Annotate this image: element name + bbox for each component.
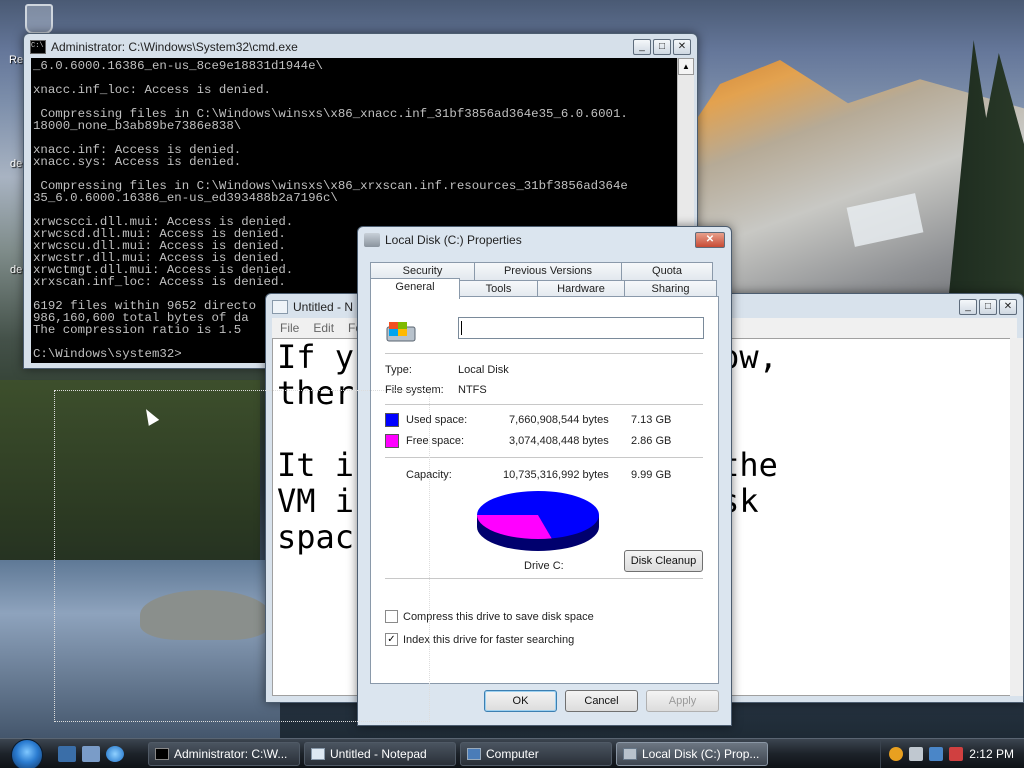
compress-label[interactable]: Compress this drive to save disk space — [403, 611, 594, 623]
cancel-button[interactable]: Cancel — [565, 690, 638, 712]
file-system-label: File system: — [385, 384, 444, 396]
computer-icon — [467, 747, 481, 760]
type-value: Local Disk — [458, 364, 509, 376]
capacity-bytes: 10,735,316,992 bytes — [503, 469, 609, 481]
used-space-gb: 7.13 GB — [631, 414, 672, 426]
taskbar-item-label: Local Disk (C:) Prop... — [642, 746, 760, 761]
close-button[interactable]: ✕ — [999, 299, 1017, 315]
minimize-button[interactable]: _ — [633, 39, 651, 55]
system-tray: 2:12 PM — [880, 738, 1024, 768]
properties-dialog[interactable]: Local Disk (C:) Properties ✕ Security Pr… — [357, 226, 732, 726]
taskbar-item-cmd[interactable]: Administrator: C:\W... — [148, 741, 300, 766]
menu-edit[interactable]: Edit — [313, 321, 334, 335]
used-space-swatch — [385, 413, 399, 427]
show-desktop-icon[interactable] — [58, 745, 76, 762]
cmd-titlebar[interactable]: C:\ Administrator: C:\Windows\System32\c… — [24, 34, 697, 60]
cmd-icon — [155, 747, 169, 760]
console-line: 35_6.0.6000.16386_en-us_ed393488b2a7196c… — [33, 191, 338, 205]
internet-explorer-icon[interactable] — [106, 745, 124, 762]
capacity-gb: 9.99 GB — [631, 469, 672, 481]
taskbar-item-computer[interactable]: Computer — [460, 741, 612, 766]
index-checkbox[interactable]: ✓ — [385, 633, 398, 646]
taskbar-item-label: Administrator: C:\W... — [174, 746, 288, 761]
taskbar-item-label: Computer — [486, 746, 539, 761]
menu-file[interactable]: File — [280, 321, 299, 335]
notepad-scrollbar[interactable] — [1010, 338, 1023, 696]
tab-quota[interactable]: Quota — [621, 262, 713, 280]
desktop-icon-label[interactable]: de — [10, 264, 22, 276]
cmd-icon: C:\ — [30, 40, 46, 54]
clock[interactable]: 2:12 PM — [969, 747, 1014, 761]
free-space-gb: 2.86 GB — [631, 435, 672, 447]
used-space-bytes: 7,660,908,544 bytes — [509, 414, 609, 426]
console-line: 18000_none_b3ab89be7386e838\ — [33, 119, 242, 133]
security-shield-icon[interactable] — [889, 746, 904, 761]
taskbar: Administrator: C:\W... Untitled - Notepa… — [0, 738, 1024, 768]
quick-launch — [58, 745, 148, 762]
scroll-up-icon[interactable]: ▲ — [678, 58, 694, 75]
ie-tray-icon[interactable] — [909, 746, 924, 761]
maximize-button[interactable]: □ — [653, 39, 671, 55]
drive-name-input[interactable] — [458, 317, 704, 339]
used-space-label: Used space: — [406, 414, 468, 426]
close-button[interactable]: ✕ — [695, 232, 725, 248]
console-line: xnacc.sys: Access is denied. — [33, 155, 242, 169]
drive-icon — [623, 747, 637, 760]
general-panel: Type: Local Disk File system: NTFS Used … — [370, 296, 719, 684]
switch-windows-icon[interactable] — [82, 745, 100, 762]
desktop-icon-label[interactable]: Re — [9, 54, 23, 66]
wallpaper-lake — [0, 560, 280, 738]
properties-title: Local Disk (C:) Properties — [385, 233, 522, 247]
disk-usage-pie-chart — [477, 491, 599, 551]
tab-previous-versions[interactable]: Previous Versions — [474, 262, 622, 280]
maximize-button[interactable]: □ — [979, 299, 997, 315]
free-space-label: Free space: — [406, 435, 465, 447]
apply-button[interactable]: Apply — [646, 690, 719, 712]
volume-muted-icon[interactable] — [949, 746, 964, 761]
taskbar-item-properties[interactable]: Local Disk (C:) Prop... — [616, 741, 768, 766]
compress-checkbox[interactable] — [385, 610, 398, 623]
drive-icon — [364, 233, 380, 247]
wallpaper-rock — [140, 590, 270, 640]
close-button[interactable]: ✕ — [673, 39, 691, 55]
index-label[interactable]: Index this drive for faster searching — [403, 634, 574, 646]
drive-label: Drive C: — [524, 560, 564, 572]
free-space-swatch — [385, 434, 399, 448]
properties-titlebar[interactable]: Local Disk (C:) Properties ✕ — [358, 227, 731, 253]
console-line: xnacc.inf_loc: Access is denied. — [33, 83, 271, 97]
taskbar-item-label: Untitled - Notepad — [330, 746, 427, 761]
notepad-icon — [272, 300, 288, 314]
network-icon[interactable] — [929, 746, 944, 761]
file-system-value: NTFS — [458, 384, 487, 396]
ok-button[interactable]: OK — [484, 690, 557, 712]
notepad-icon — [311, 747, 325, 760]
minimize-button[interactable]: _ — [959, 299, 977, 315]
cmd-title: Administrator: C:\Windows\System32\cmd.e… — [51, 40, 298, 54]
free-space-bytes: 3,074,408,448 bytes — [509, 435, 609, 447]
tab-general[interactable]: General — [370, 278, 460, 299]
console-line: _6.0.6000.16386_en-us_8ce9e18831d1944e\ — [33, 59, 323, 73]
taskbar-item-notepad[interactable]: Untitled - Notepad — [304, 741, 456, 766]
type-label: Type: — [385, 364, 412, 376]
capacity-label: Capacity: — [406, 469, 452, 481]
drive-large-icon — [386, 322, 416, 342]
desktop-icon-label[interactable]: de — [10, 158, 22, 170]
windows-orb-icon — [11, 738, 43, 768]
start-button[interactable] — [0, 738, 44, 768]
disk-cleanup-button[interactable]: Disk Cleanup — [624, 550, 703, 572]
